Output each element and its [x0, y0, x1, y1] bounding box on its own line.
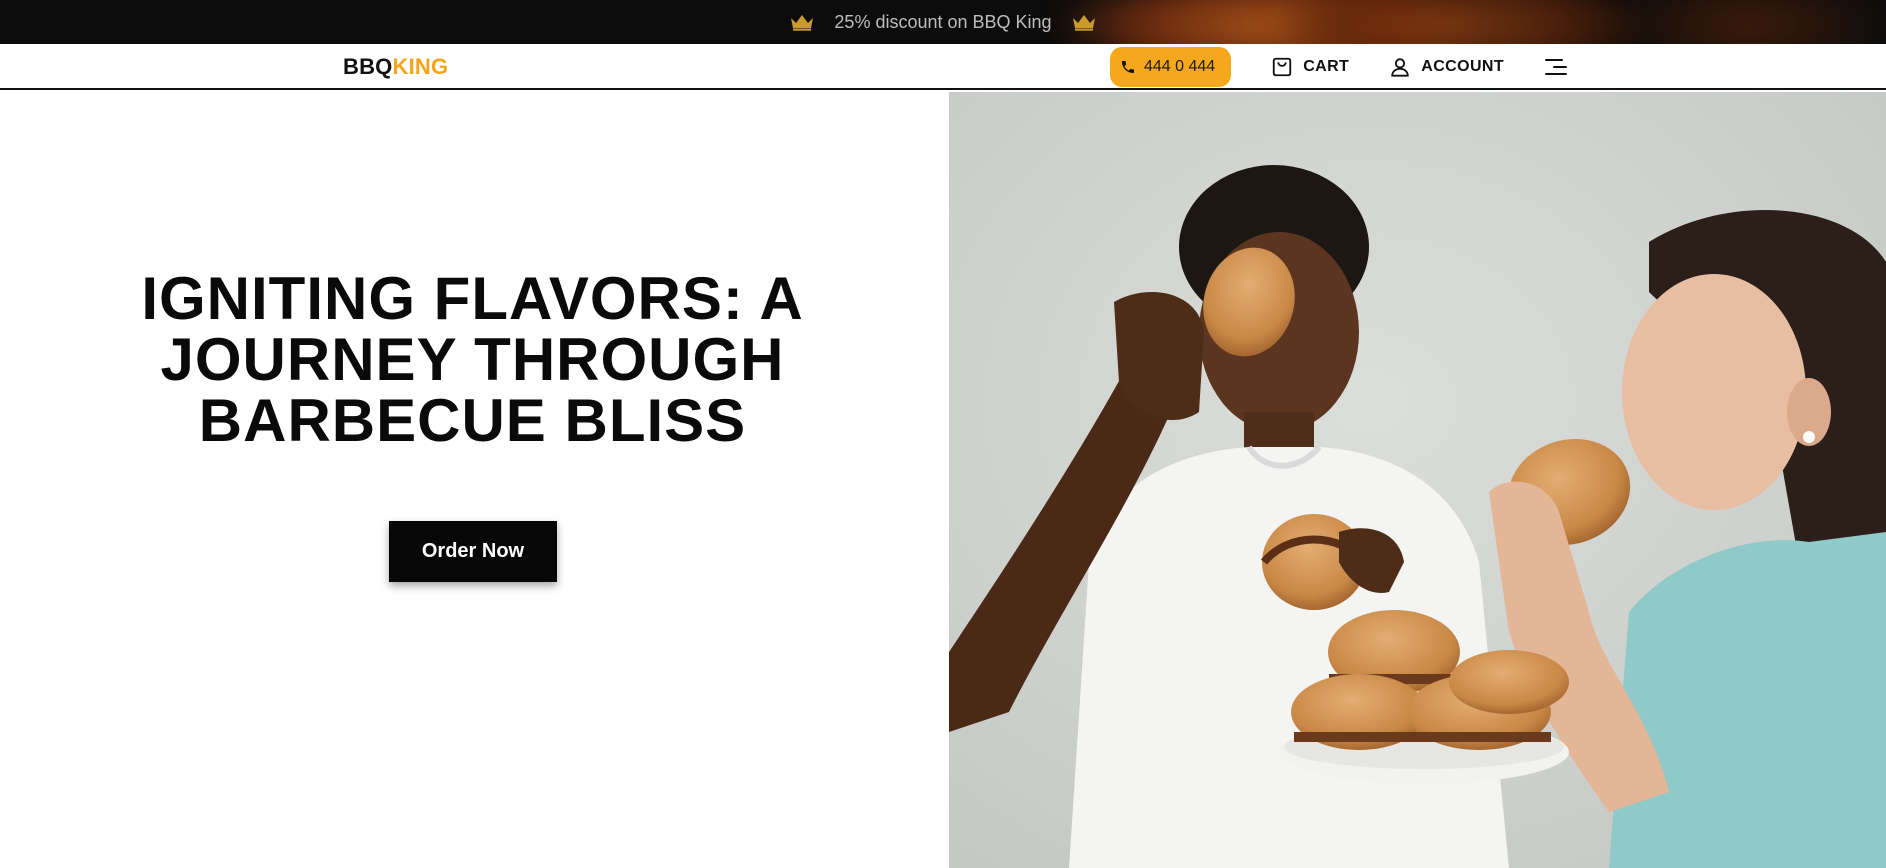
crown-icon: [1072, 15, 1095, 31]
site-logo[interactable]: BBQKING: [343, 54, 448, 80]
menu-button[interactable]: [1544, 55, 1568, 79]
cart-link[interactable]: CART: [1271, 56, 1349, 78]
account-label: ACCOUNT: [1421, 58, 1505, 75]
header-actions: 444 0 444 CART ACCOUNT: [1110, 47, 1568, 87]
account-link[interactable]: ACCOUNT: [1389, 56, 1504, 78]
site-header: BBQKING 444 0 444 CART ACCOUNT: [0, 44, 1886, 90]
phone-number: 444 0 444: [1144, 58, 1216, 75]
hero-image: [949, 92, 1886, 868]
cart-icon: [1273, 57, 1292, 77]
cart-label: CART: [1303, 58, 1350, 75]
hero-section: [0, 92, 949, 868]
user-icon: [1391, 58, 1409, 77]
promo-bar: 25% discount on BBQ King: [0, 0, 1886, 44]
hero-title: IGNITING FLAVORS: A JOURNEY THROUGH BARB…: [141, 265, 804, 454]
crown-icon: [791, 15, 814, 31]
hero-photo: [949, 92, 1886, 868]
logo-text-bbq: BBQ: [343, 54, 393, 79]
order-now-button[interactable]: Order Now: [389, 521, 557, 582]
phone-icon: [1122, 61, 1134, 73]
menu-icon: [1545, 59, 1568, 75]
phone-button[interactable]: 444 0 444: [1110, 47, 1232, 87]
promo-text: 25% discount on BBQ King: [834, 11, 1052, 32]
logo-text-king: KING: [392, 54, 449, 79]
